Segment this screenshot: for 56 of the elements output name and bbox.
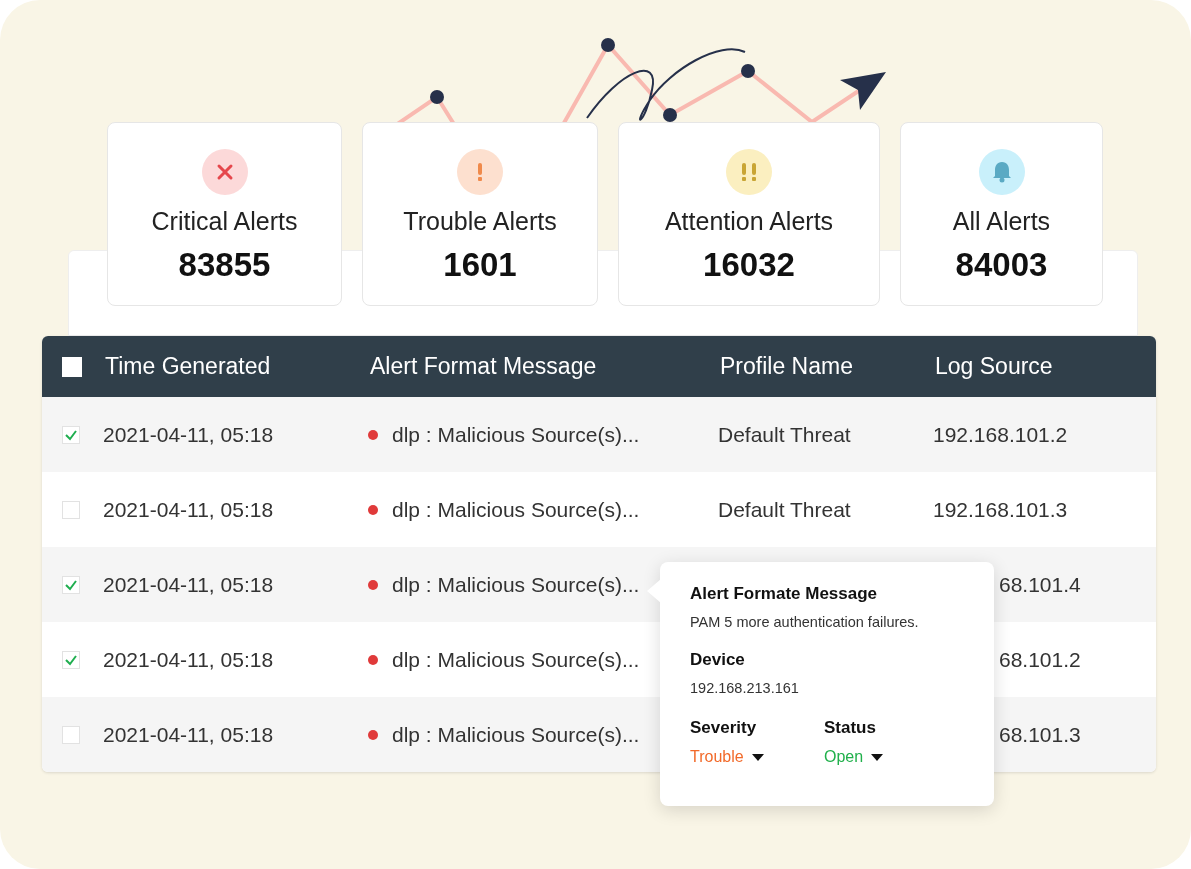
column-header[interactable]: Log Source (935, 353, 1135, 380)
caret-icon (751, 753, 764, 761)
card-label: Critical Alerts (151, 207, 298, 236)
card-label: Attention Alerts (664, 207, 834, 236)
table-cell: 192.168.101.3 (933, 497, 1068, 521)
table-cell: 68.101.4 (999, 572, 1081, 596)
status-dot-icon (368, 429, 378, 440)
field-value: PAM 5 more authentication failures. (690, 614, 919, 630)
field-label: Severity (690, 718, 757, 738)
card-label: Trouble Alerts (403, 207, 557, 236)
alert-count: 1601 (443, 246, 517, 284)
table-cell-text: 2021-04-11, 05:18 (103, 647, 275, 672)
column-header[interactable]: Time Generated (105, 353, 370, 380)
column-header[interactable]: Profile Name (720, 353, 935, 380)
table-cell: Default Threat (718, 497, 851, 521)
table-cell-text: 2021-04-11, 05:18 (103, 497, 275, 522)
cross-icon (201, 149, 248, 195)
exclamation-icon (457, 149, 503, 195)
alert-summary-card[interactable]: All Alerts 84003 (900, 122, 1103, 306)
table-cell: dlp : Malicious Source(s)... (392, 572, 640, 597)
status-dot-icon (368, 504, 378, 515)
table-cell: 68.101.2 (999, 647, 1081, 671)
table-cell-text: 2021-04-11, 05:18 (103, 422, 275, 447)
table-cell: dlp : Malicious Source(s)... (392, 422, 640, 447)
table-cell: dlp : Malicious Source(s)... (392, 647, 640, 672)
field-label: Alert Formate Message (690, 584, 878, 604)
status-dot-icon (368, 579, 378, 590)
table-cell-text: 2021-04-11, 05:18 (103, 722, 275, 747)
table-cell: Default Threat (718, 422, 851, 446)
alert-count: 83855 (178, 246, 271, 284)
row-checkbox[interactable] (62, 425, 80, 444)
row-checkbox[interactable] (62, 650, 80, 669)
row-checkbox[interactable] (62, 500, 80, 519)
row-checkbox[interactable] (62, 725, 80, 744)
caret-icon (871, 753, 884, 761)
status-dot-icon (368, 654, 378, 665)
table-cell: 192.168.101.2 (933, 422, 1068, 446)
row-checkbox[interactable] (62, 575, 80, 594)
alert-summary-card[interactable]: Attention Alerts 16032 (618, 122, 880, 306)
field-label: Device (690, 650, 745, 670)
double-exclamation-icon (726, 149, 772, 195)
table-cell: dlp : Malicious Source(s)... (392, 722, 640, 747)
alert-count: 16032 (703, 246, 795, 284)
status-dot-icon (368, 729, 378, 740)
table-cell: 68.101.3 (999, 722, 1081, 746)
table-cell: dlp : Malicious Source(s)... (392, 497, 640, 522)
field-value: 192.168.213.161 (690, 680, 799, 696)
column-header[interactable]: Alert Format Message (370, 353, 720, 380)
bell-icon (978, 149, 1025, 195)
select-all-checkbox[interactable] (62, 356, 82, 377)
field-label: Status (824, 718, 876, 738)
alert-count: 84003 (955, 246, 1048, 284)
card-label: All Alerts (952, 207, 1051, 236)
alert-summary-card[interactable]: Trouble Alerts 1601 (362, 122, 598, 306)
table-cell-text: 2021-04-11, 05:18 (103, 572, 275, 597)
alert-summary-card[interactable]: Critical Alerts 83855 (107, 122, 342, 306)
